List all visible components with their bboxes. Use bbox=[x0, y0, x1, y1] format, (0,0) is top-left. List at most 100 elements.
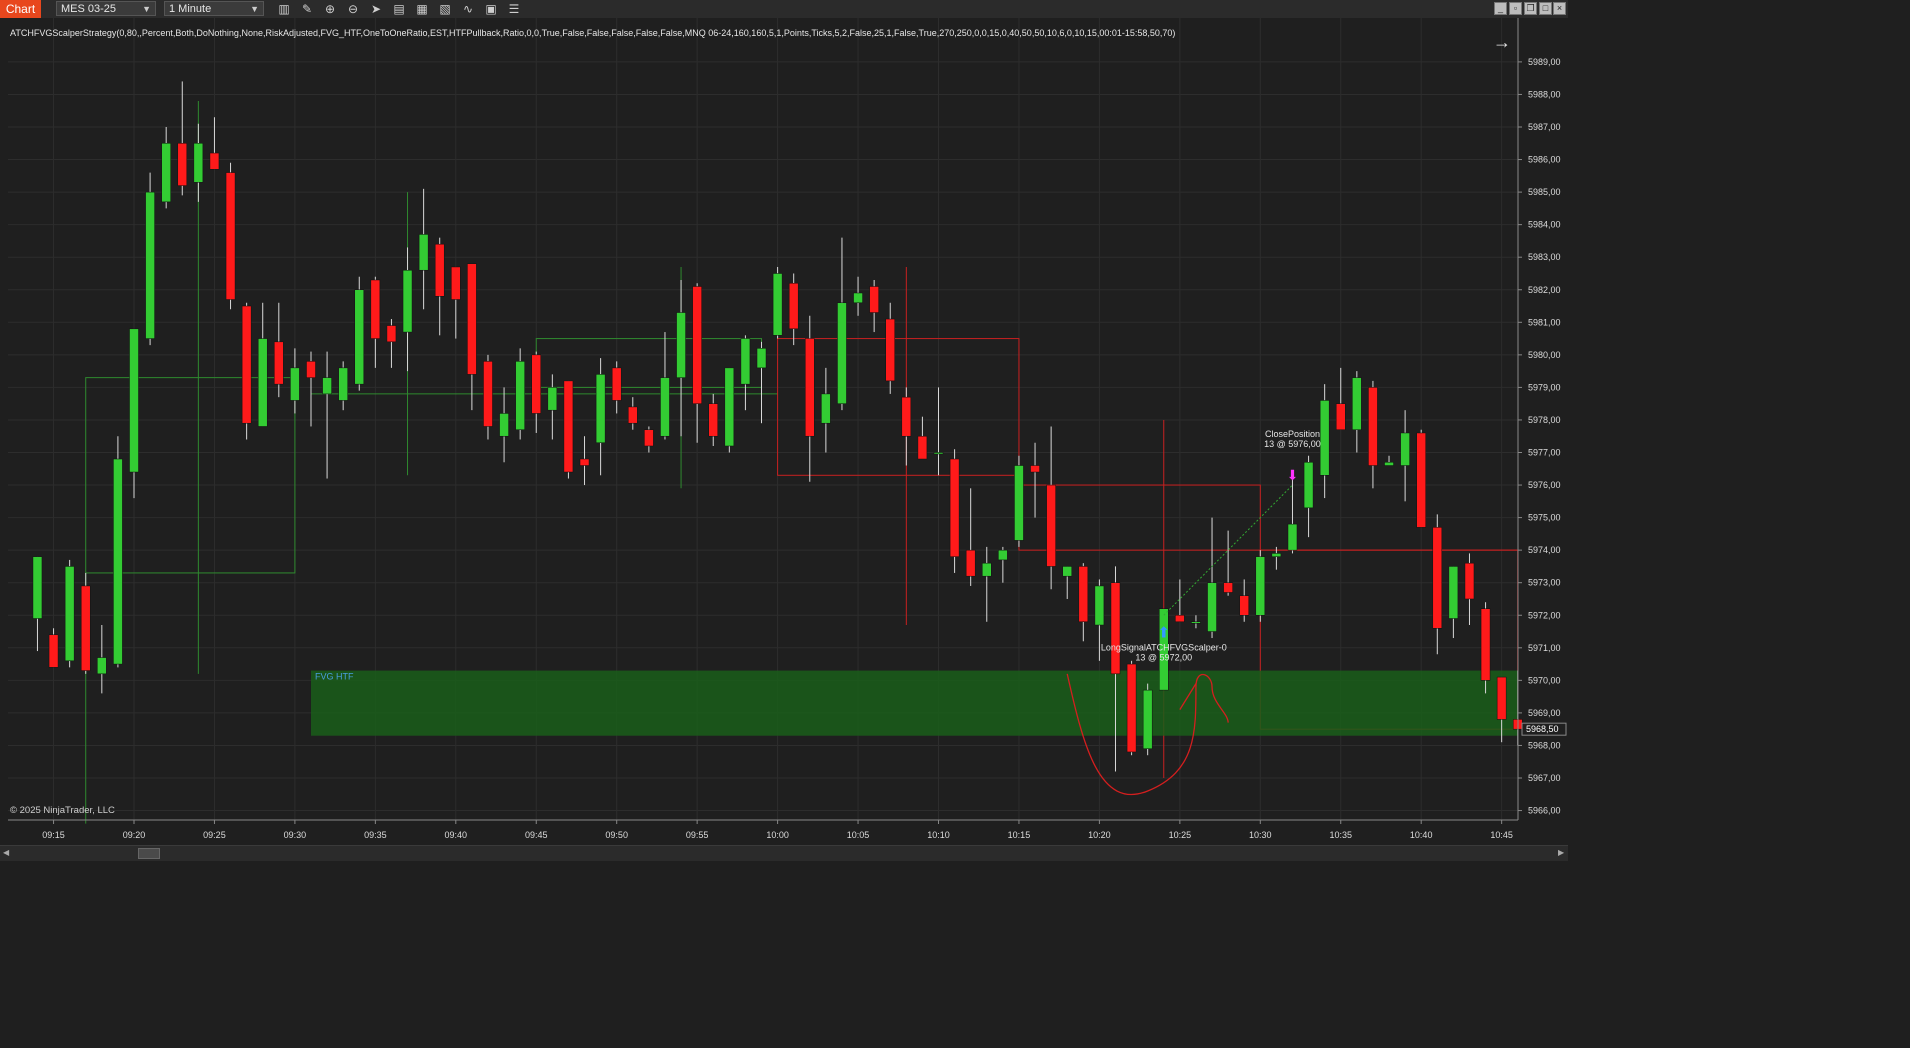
maximize-icon[interactable]: □ bbox=[1539, 2, 1552, 15]
candle-body bbox=[628, 406, 638, 424]
tile-icon[interactable]: ▫ bbox=[1509, 2, 1522, 15]
instrument-selector[interactable]: MES 03-25 ▼ bbox=[56, 1, 156, 16]
candle-body bbox=[1336, 403, 1346, 430]
candle-body bbox=[32, 556, 43, 619]
candle-body bbox=[467, 263, 477, 375]
candle-body bbox=[193, 143, 204, 183]
candle-body bbox=[306, 361, 316, 378]
price-tick-label: 5973,00 bbox=[1528, 578, 1561, 588]
candle-body bbox=[370, 279, 381, 339]
candle-body bbox=[64, 566, 75, 662]
candle-body bbox=[982, 562, 992, 577]
candle-body bbox=[1464, 562, 1475, 600]
horizontal-scrollbar[interactable]: ◀ ▶ bbox=[0, 845, 1568, 861]
scroll-thumb[interactable] bbox=[138, 848, 160, 859]
fvg-zone: FVG HTF bbox=[310, 670, 1518, 736]
strategy-label: ATCHFVGScalperStrategy(0,80,,Percent,Bot… bbox=[10, 28, 1175, 38]
last-price-label: 5968,50 bbox=[1526, 724, 1559, 734]
time-tick-label: 09:55 bbox=[686, 830, 709, 840]
instrument-value: MES 03-25 bbox=[61, 3, 117, 15]
zoom-out-icon[interactable]: ⊖ bbox=[345, 1, 361, 17]
candle-body bbox=[740, 338, 751, 385]
candle-body bbox=[595, 374, 606, 443]
time-tick-label: 10:15 bbox=[1008, 830, 1031, 840]
close-signal-detail: 13 @ 5976,00 bbox=[1264, 439, 1321, 449]
price-tick-label: 5971,00 bbox=[1528, 643, 1561, 653]
candle-body bbox=[145, 191, 155, 339]
entry-signal-label: LongSignalATCHFVGScalper-0 bbox=[1101, 642, 1227, 652]
price-tick-label: 5987,00 bbox=[1528, 122, 1561, 132]
candle-body bbox=[1432, 527, 1443, 629]
price-tick-label: 5976,00 bbox=[1528, 480, 1561, 490]
list-icon[interactable]: ☰ bbox=[506, 1, 522, 17]
candle-body bbox=[499, 413, 509, 437]
candle-body bbox=[129, 328, 139, 473]
candle-body bbox=[257, 338, 268, 427]
chart-properties-icon[interactable]: ▦ bbox=[414, 1, 430, 17]
candle-body bbox=[1271, 553, 1282, 557]
price-tick-label: 5983,00 bbox=[1528, 252, 1561, 262]
price-tick-label: 5989,00 bbox=[1528, 57, 1561, 67]
time-tick-label: 09:30 bbox=[284, 830, 307, 840]
price-tick-label: 5974,00 bbox=[1528, 545, 1561, 555]
candle-body bbox=[434, 243, 445, 297]
scroll-left-icon[interactable]: ◀ bbox=[3, 848, 9, 857]
time-tick-label: 09:25 bbox=[203, 830, 226, 840]
pointer-icon[interactable]: ➤ bbox=[368, 1, 384, 17]
templates-icon[interactable]: ▣ bbox=[483, 1, 499, 17]
candle-body bbox=[579, 458, 590, 466]
scroll-right-icon[interactable]: ▶ bbox=[1558, 848, 1564, 857]
navigate-arrow-icon[interactable]: → bbox=[1493, 32, 1511, 52]
price-tick-label: 5980,00 bbox=[1528, 350, 1561, 360]
price-tick-label: 5968,00 bbox=[1528, 740, 1561, 750]
candle-body bbox=[241, 305, 252, 424]
candle-body bbox=[965, 549, 976, 577]
restore-icon[interactable]: ❐ bbox=[1524, 2, 1537, 15]
candle-body bbox=[644, 429, 654, 447]
price-chart[interactable]: FVG HTF ⬆LongSignalATCHFVGScalper-0 13 @ … bbox=[0, 18, 1568, 845]
candle-body bbox=[1062, 566, 1072, 577]
candle-body bbox=[451, 266, 461, 300]
zoom-in-icon[interactable]: ⊕ bbox=[322, 1, 338, 17]
candle-body bbox=[209, 152, 220, 170]
candle-body bbox=[1175, 615, 1185, 623]
interval-selector[interactable]: 1 Minute ▼ bbox=[164, 1, 264, 16]
interval-value: 1 Minute bbox=[169, 3, 212, 15]
data-box-icon[interactable]: ▤ bbox=[391, 1, 407, 17]
candle-body bbox=[1496, 676, 1507, 720]
time-tick-label: 10:05 bbox=[847, 830, 870, 840]
candle-body bbox=[901, 396, 912, 437]
candle-body bbox=[821, 393, 831, 424]
price-tick-label: 5975,00 bbox=[1528, 513, 1561, 523]
indicators-icon[interactable]: ∿ bbox=[460, 1, 476, 17]
time-tick-label: 09:35 bbox=[364, 830, 387, 840]
candle-body bbox=[869, 286, 879, 313]
bar-type-icon[interactable]: ▥ bbox=[276, 1, 292, 17]
fvg-zone-label: FVG HTF bbox=[315, 672, 354, 682]
candle-body bbox=[724, 367, 735, 447]
chart-tab[interactable]: Chart bbox=[0, 0, 41, 18]
candle-body bbox=[225, 172, 236, 300]
price-tick-label: 5985,00 bbox=[1528, 187, 1561, 197]
close-icon[interactable]: × bbox=[1553, 2, 1566, 15]
candle-body bbox=[1126, 663, 1137, 753]
candle-body bbox=[1319, 400, 1330, 476]
price-tick-label: 5981,00 bbox=[1528, 317, 1561, 327]
price-tick-label: 5972,00 bbox=[1528, 610, 1561, 620]
drawing-pencil-icon[interactable]: ✎ bbox=[299, 1, 315, 17]
price-tick-label: 5979,00 bbox=[1528, 382, 1561, 392]
price-tick-label: 5969,00 bbox=[1528, 708, 1561, 718]
time-tick-label: 10:40 bbox=[1410, 830, 1433, 840]
candle-body bbox=[161, 143, 171, 203]
candle-body bbox=[1352, 377, 1362, 430]
long-entry-arrow-icon: ⬆ bbox=[1157, 624, 1170, 641]
minimize-icon[interactable]: _ bbox=[1494, 2, 1507, 15]
strategies-icon[interactable]: ▧ bbox=[437, 1, 453, 17]
candle-body bbox=[1223, 582, 1233, 593]
candle-body bbox=[402, 269, 413, 333]
candle-body bbox=[917, 435, 928, 460]
close-exit-arrow-icon: ⬇ bbox=[1287, 467, 1299, 483]
candle-body bbox=[1255, 556, 1266, 616]
candle-body bbox=[1480, 608, 1491, 681]
candle-body bbox=[692, 286, 702, 404]
